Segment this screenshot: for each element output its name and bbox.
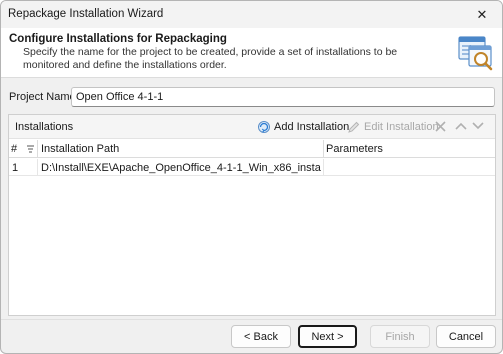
- installations-title: Installations: [15, 121, 74, 133]
- grid-header: # Installation Path Parameters: [9, 140, 495, 158]
- column-header-path[interactable]: Installation Path: [41, 140, 119, 158]
- add-installation-icon: [258, 121, 270, 133]
- wizard-header: Configure Installations for Repackaging …: [1, 28, 502, 78]
- project-name-label: Project Name:: [9, 91, 79, 103]
- column-header-params[interactable]: Parameters: [326, 140, 383, 158]
- page-description: Specify the name for the project to be c…: [23, 46, 398, 71]
- row-path: D:\Install\EXE\Apache_OpenOffice_4-1-1_W…: [41, 161, 321, 174]
- page-title: Configure Installations for Repackaging: [9, 33, 227, 45]
- move-down-icon[interactable]: [472, 121, 484, 131]
- row-num: 1: [12, 161, 19, 174]
- title-bar: Repackage Installation Wizard ✕: [1, 1, 502, 28]
- column-header-num[interactable]: #: [11, 140, 17, 158]
- close-icon[interactable]: ✕: [462, 1, 502, 28]
- footer-divider: [1, 319, 502, 320]
- add-installation-label: Add Installation: [274, 121, 350, 133]
- cancel-button[interactable]: Cancel: [436, 325, 496, 348]
- window-title: Repackage Installation Wizard: [8, 8, 164, 20]
- next-button[interactable]: Next >: [298, 325, 357, 348]
- wizard-window: Repackage Installation Wizard ✕ Configur…: [0, 0, 503, 354]
- pencil-icon: [348, 121, 360, 133]
- delete-icon[interactable]: [434, 120, 447, 133]
- finish-button[interactable]: Finish: [370, 325, 430, 348]
- edit-installation-label: Edit Installation: [364, 121, 439, 133]
- edit-installation-button[interactable]: Edit Installation: [347, 118, 439, 136]
- move-up-icon[interactable]: [455, 121, 467, 131]
- add-installation-button[interactable]: Add Installation: [257, 118, 349, 136]
- installations-panel: Installations Add Installation Edit Inst…: [8, 114, 496, 316]
- back-button[interactable]: < Back: [231, 325, 291, 348]
- project-name-input[interactable]: [71, 87, 495, 107]
- installations-toolbar: Installations Add Installation Edit Inst…: [9, 115, 495, 139]
- wizard-window-magnifier-icon: [458, 36, 493, 71]
- table-row[interactable]: 1 D:\Install\EXE\Apache_OpenOffice_4-1-1…: [9, 159, 495, 176]
- sort-icon[interactable]: [25, 144, 36, 154]
